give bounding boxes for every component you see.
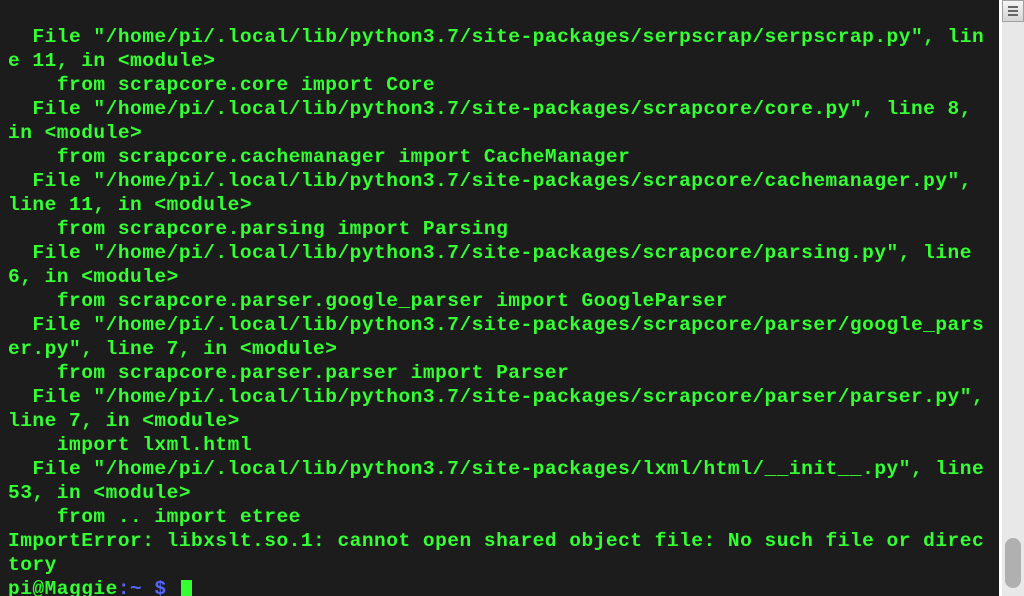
prompt-at: @ — [32, 578, 44, 596]
traceback-line: from .. import etree — [8, 506, 301, 528]
terminal-window[interactable]: File "/home/pi/.local/lib/python3.7/site… — [0, 0, 999, 596]
prompt-host: Maggie — [45, 578, 118, 596]
traceback-line: from scrapcore.parser.parser import Pars… — [8, 362, 569, 384]
traceback-line: File "/home/pi/.local/lib/python3.7/site… — [8, 170, 984, 216]
traceback-line: from scrapcore.parser.google_parser impo… — [8, 290, 728, 312]
prompt-sep: : — [118, 578, 130, 596]
traceback-line: from scrapcore.core import Core — [8, 74, 435, 96]
traceback-line: File "/home/pi/.local/lib/python3.7/site… — [8, 26, 984, 72]
prompt-path: ~ — [130, 578, 142, 596]
prompt-dollar: $ — [142, 578, 179, 596]
traceback-line: File "/home/pi/.local/lib/python3.7/site… — [8, 458, 996, 504]
shell-prompt[interactable]: pi@Maggie:~ $ — [8, 578, 192, 596]
traceback-line: from scrapcore.cachemanager import Cache… — [8, 146, 630, 168]
scrollbar-track[interactable] — [1002, 0, 1024, 596]
cursor — [181, 580, 192, 596]
traceback-line: File "/home/pi/.local/lib/python3.7/site… — [8, 98, 984, 144]
traceback-line: import lxml.html — [8, 434, 252, 456]
prompt-user: pi — [8, 578, 32, 596]
error-line: ImportError: libxslt.so.1: cannot open s… — [8, 530, 984, 576]
scrollbar-menu-button[interactable] — [1002, 0, 1024, 22]
scrollbar-thumb[interactable] — [1005, 538, 1021, 588]
traceback-line: File "/home/pi/.local/lib/python3.7/site… — [8, 314, 984, 360]
traceback-line: File "/home/pi/.local/lib/python3.7/site… — [8, 386, 996, 432]
traceback-line: from scrapcore.parsing import Parsing — [8, 218, 508, 240]
traceback-line: File "/home/pi/.local/lib/python3.7/site… — [8, 242, 984, 288]
hamburger-icon — [1008, 6, 1018, 16]
terminal-output: File "/home/pi/.local/lib/python3.7/site… — [0, 0, 999, 596]
